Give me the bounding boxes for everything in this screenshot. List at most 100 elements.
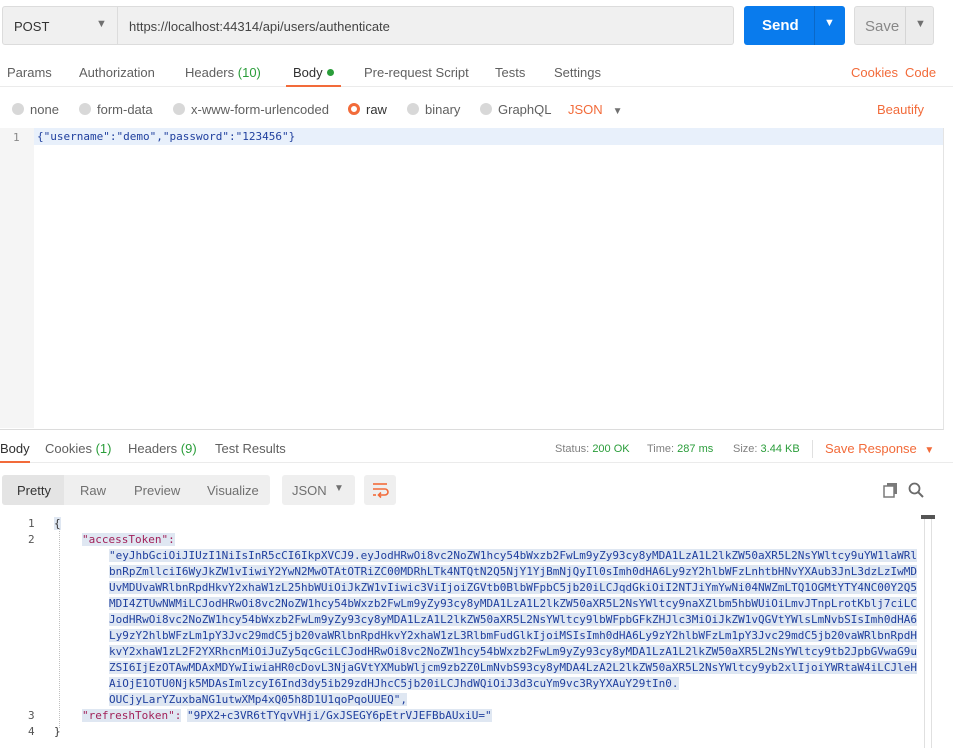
- size-meta: Size: 3.44 KB: [733, 443, 800, 455]
- method-label: POST: [14, 19, 50, 34]
- url-input[interactable]: https://localhost:44314/api/users/authen…: [118, 6, 734, 45]
- body-indicator-dot: [326, 69, 334, 76]
- refresh-token-value: "9PX2+c3VR6tTYqvVHji/GxJSEGY6pEtrVJEFBbA…: [187, 709, 492, 722]
- tab-headers[interactable]: Headers (10): [185, 65, 261, 80]
- radio-raw-circle: [348, 103, 360, 115]
- radio-form-data-label: form-data: [97, 102, 153, 117]
- editor-content[interactable]: {"username":"demo","password":"123456"}: [37, 130, 295, 143]
- response-tabs: Body Cookies (1) Headers (9) Test Result…: [0, 437, 953, 463]
- access-token-line: OUCjyLarYZuxbaNG1utwXMp4xQ05h8D1U1qoPqoU…: [109, 693, 408, 706]
- radio-raw[interactable]: raw: [348, 102, 387, 117]
- line-number: 2: [28, 533, 35, 546]
- cookies-link[interactable]: Cookies: [851, 65, 898, 80]
- view-raw-button[interactable]: Raw: [80, 483, 106, 498]
- res-headers-count: (9): [180, 441, 197, 456]
- body-mode-options: none form-data x-www-form-urlencoded raw…: [0, 94, 953, 124]
- access-token-line: bnRpZmllciI6WyJkZW1vIiwiY2YwN2MwOTAtOTRi…: [109, 565, 917, 578]
- tab-headers-label: Headers: [185, 65, 235, 80]
- request-body-editor[interactable]: 1 {"username":"demo","password":"123456"…: [0, 128, 944, 430]
- time-value: 287 ms: [677, 443, 714, 455]
- radio-binary-label: binary: [425, 102, 461, 117]
- radio-form-data[interactable]: form-data: [79, 102, 153, 117]
- res-tab-cookies[interactable]: Cookies (1): [45, 441, 111, 456]
- radio-none-circle: [12, 103, 24, 115]
- radio-graphql-label: GraphQL: [498, 102, 552, 117]
- view-preview-button[interactable]: Preview: [134, 483, 180, 498]
- line-number: 3: [28, 709, 35, 722]
- headers-count: (10): [237, 65, 261, 80]
- tab-tests[interactable]: Tests: [495, 65, 525, 80]
- scrollbar-thumb[interactable]: [924, 515, 932, 748]
- radio-none-label: none: [30, 102, 59, 117]
- radio-urlencoded-circle: [173, 103, 185, 115]
- view-pretty-button[interactable]: Pretty: [17, 483, 51, 498]
- response-toolbar: Pretty Raw Preview Visualize JSON ▼: [2, 475, 950, 505]
- send-divider: [814, 6, 815, 45]
- save-response-label: Save Response: [825, 441, 917, 456]
- wrap-lines-icon: [373, 483, 389, 499]
- res-tab-headers[interactable]: Headers (9): [128, 441, 197, 456]
- save-divider: [905, 7, 906, 44]
- res-tab-test-results[interactable]: Test Results: [215, 441, 286, 456]
- chevron-down-icon: ▼: [612, 106, 623, 117]
- response-format-label: JSON: [292, 483, 327, 498]
- search-icon[interactable]: [907, 481, 925, 499]
- line-number: 4: [28, 725, 35, 738]
- radio-graphql[interactable]: GraphQL: [480, 102, 551, 117]
- radio-urlencoded[interactable]: x-www-form-urlencoded: [173, 102, 329, 117]
- view-mode-group: Pretty Raw Preview Visualize: [2, 475, 270, 505]
- editor-gutter: [0, 128, 34, 428]
- radio-urlencoded-label: x-www-form-urlencoded: [191, 102, 329, 117]
- send-button[interactable]: Send ▼: [744, 6, 845, 45]
- time-meta: Time: 287 ms: [647, 443, 713, 455]
- indent-guide: [59, 528, 60, 728]
- radio-binary[interactable]: binary: [407, 102, 460, 117]
- res-tab-headers-label: Headers: [128, 441, 178, 456]
- tab-authorization[interactable]: Authorization: [79, 65, 155, 80]
- copy-icon[interactable]: [882, 481, 900, 499]
- access-token-line: Ly9zY2hlbWFzLm1pY3Jvc29mdC5jb20vaWRlbnRp…: [109, 629, 917, 642]
- response-format-select[interactable]: JSON ▼: [282, 475, 355, 505]
- code-link[interactable]: Code: [905, 65, 936, 80]
- editor-line-number: 1: [13, 131, 20, 144]
- access-token-line: ZSI6IjEzOTAwMDAxMDYwIiwiaHR0cDovL3NjaGVt…: [109, 661, 917, 674]
- res-tab-cookies-label: Cookies: [45, 441, 92, 456]
- radio-graphql-circle: [480, 103, 492, 115]
- save-options-chevron-icon[interactable]: ▼: [915, 18, 926, 30]
- tab-settings[interactable]: Settings: [554, 65, 601, 80]
- radio-none[interactable]: none: [12, 102, 59, 117]
- res-active-tab-underline: [0, 461, 30, 463]
- access-token-key: "accessToken":: [82, 533, 175, 546]
- response-body[interactable]: 1 2 3 4 { "accessToken": "eyJhbGciOiJIUz…: [0, 512, 935, 748]
- access-token-line: AiOjE1OTU0Njk5MDAsImlzcyI6Ind3dy5ib29zdH…: [109, 677, 679, 690]
- body-format-select[interactable]: JSON ▼: [568, 102, 623, 117]
- active-tab-underline: [286, 85, 341, 87]
- time-label: Time:: [647, 443, 675, 455]
- access-token-line: UvMDUvaWRlbnRpdHkvY2xhaW1zL25hbWUiOiJkZW…: [109, 581, 917, 594]
- access-token-line: kvY2xhaW1zL2F2YXRhcnMiOiJuZy5qcGciLCJodH…: [109, 645, 917, 658]
- send-label: Send: [762, 17, 799, 34]
- send-options-chevron-icon[interactable]: ▼: [824, 17, 835, 29]
- refresh-token-key: "refreshToken":: [82, 709, 182, 722]
- save-response-button[interactable]: Save Response ▼: [825, 441, 934, 456]
- res-cookies-count: (1): [95, 441, 112, 456]
- radio-form-data-circle: [79, 103, 91, 115]
- radio-raw-label: raw: [366, 102, 387, 117]
- response-scrollbar[interactable]: [921, 515, 935, 748]
- view-visualize-button[interactable]: Visualize: [207, 483, 259, 498]
- tab-body-label: Body: [293, 65, 323, 80]
- tab-params[interactable]: Params: [7, 65, 52, 80]
- beautify-link[interactable]: Beautify: [877, 102, 924, 117]
- tab-body[interactable]: Body: [293, 65, 334, 80]
- method-select[interactable]: POST ▼: [2, 6, 118, 45]
- tab-prerequest-script[interactable]: Pre-request Script: [364, 65, 469, 80]
- request-tabs: Params Authorization Headers (10) Body P…: [0, 57, 953, 87]
- res-tab-body[interactable]: Body: [0, 441, 30, 456]
- wrap-lines-button[interactable]: [364, 475, 396, 505]
- url-value: https://localhost:44314/api/users/authen…: [129, 19, 390, 34]
- save-button[interactable]: Save ▼: [854, 6, 934, 45]
- scrollbar-cap: [921, 515, 935, 519]
- radio-binary-circle: [407, 103, 419, 115]
- chevron-down-icon: ▼: [96, 18, 107, 30]
- chevron-down-icon: ▼: [924, 445, 935, 456]
